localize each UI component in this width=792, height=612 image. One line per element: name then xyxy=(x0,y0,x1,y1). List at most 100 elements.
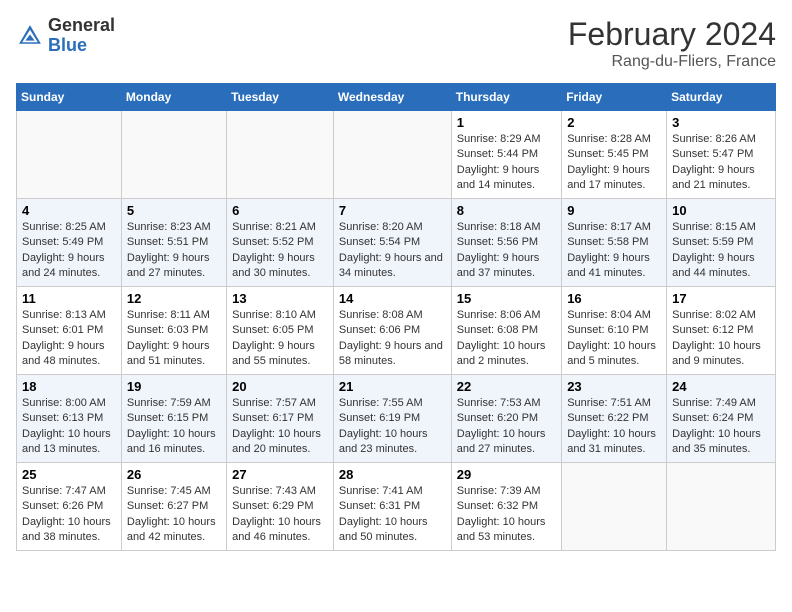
logo: General Blue xyxy=(16,16,115,56)
calendar-cell: 19 Sunrise: 7:59 AM Sunset: 6:15 PM Dayli… xyxy=(121,375,226,463)
calendar-cell: 2 Sunrise: 8:28 AM Sunset: 5:45 PM Daylig… xyxy=(562,111,667,199)
day-number: 15 xyxy=(457,291,556,306)
day-info: Sunrise: 8:20 AM Sunset: 5:54 PM Dayligh… xyxy=(339,220,446,282)
calendar-cell xyxy=(333,111,451,199)
day-info: Sunrise: 7:51 AM Sunset: 6:22 PM Dayligh… xyxy=(567,396,661,458)
day-info: Sunrise: 8:25 AM Sunset: 5:49 PM Dayligh… xyxy=(22,220,116,282)
calendar-cell xyxy=(121,111,226,199)
day-info: Sunrise: 7:41 AM Sunset: 6:31 PM Dayligh… xyxy=(339,484,446,546)
title-block: February 2024 Rang-du-Fliers, France xyxy=(568,16,776,71)
day-number: 7 xyxy=(339,203,446,218)
day-number: 18 xyxy=(22,379,116,394)
calendar-cell: 21Sunrise: 7:55 AM Sunset: 6:19 PM Dayli… xyxy=(333,375,451,463)
calendar-week-row: 25 Sunrise: 7:47 AM Sunset: 6:26 PM Dayli… xyxy=(17,463,776,551)
calendar-table: SundayMondayTuesdayWednesdayThursdayFrid… xyxy=(16,83,776,551)
day-number: 12 xyxy=(127,291,221,306)
day-info: Sunrise: 8:13 AM Sunset: 6:01 PM Dayligh… xyxy=(22,308,116,370)
day-info: Sunrise: 7:47 AM Sunset: 6:26 PM Dayligh… xyxy=(22,484,116,546)
page-header: General Blue February 2024 Rang-du-Flier… xyxy=(16,16,776,71)
calendar-cell: 26Sunrise: 7:45 AM Sunset: 6:27 PM Dayli… xyxy=(121,463,226,551)
calendar-cell: 28 Sunrise: 7:41 AM Sunset: 6:31 PM Dayli… xyxy=(333,463,451,551)
day-info: Sunrise: 8:10 AM Sunset: 6:05 PM Dayligh… xyxy=(232,308,328,370)
weekday-header: Sunday xyxy=(17,84,122,111)
calendar-cell: 11Sunrise: 8:13 AM Sunset: 6:01 PM Dayli… xyxy=(17,287,122,375)
calendar-week-row: 11Sunrise: 8:13 AM Sunset: 6:01 PM Dayli… xyxy=(17,287,776,375)
calendar-cell: 13 Sunrise: 8:10 AM Sunset: 6:05 PM Dayli… xyxy=(227,287,334,375)
calendar-cell: 9Sunrise: 8:17 AM Sunset: 5:58 PM Daylig… xyxy=(562,199,667,287)
calendar-cell: 6 Sunrise: 8:21 AM Sunset: 5:52 PM Daylig… xyxy=(227,199,334,287)
day-number: 3 xyxy=(672,115,770,130)
day-info: Sunrise: 7:39 AM Sunset: 6:32 PM Dayligh… xyxy=(457,484,556,546)
calendar-cell: 7 Sunrise: 8:20 AM Sunset: 5:54 PM Daylig… xyxy=(333,199,451,287)
calendar-cell: 12 Sunrise: 8:11 AM Sunset: 6:03 PM Dayli… xyxy=(121,287,226,375)
calendar-title: February 2024 xyxy=(568,16,776,53)
calendar-cell: 15Sunrise: 8:06 AM Sunset: 6:08 PM Dayli… xyxy=(451,287,561,375)
calendar-cell: 22Sunrise: 7:53 AM Sunset: 6:20 PM Dayli… xyxy=(451,375,561,463)
day-number: 20 xyxy=(232,379,328,394)
day-number: 29 xyxy=(457,467,556,482)
calendar-cell: 5 Sunrise: 8:23 AM Sunset: 5:51 PM Daylig… xyxy=(121,199,226,287)
calendar-cell: 18 Sunrise: 8:00 AM Sunset: 6:13 PM Dayli… xyxy=(17,375,122,463)
day-number: 19 xyxy=(127,379,221,394)
logo-general-text: General xyxy=(48,16,115,36)
calendar-cell: 29 Sunrise: 7:39 AM Sunset: 6:32 PM Dayli… xyxy=(451,463,561,551)
weekday-header: Tuesday xyxy=(227,84,334,111)
day-number: 5 xyxy=(127,203,221,218)
calendar-cell: 8 Sunrise: 8:18 AM Sunset: 5:56 PM Daylig… xyxy=(451,199,561,287)
day-number: 17 xyxy=(672,291,770,306)
calendar-cell: 16 Sunrise: 8:04 AM Sunset: 6:10 PM Dayli… xyxy=(562,287,667,375)
calendar-cell xyxy=(667,463,776,551)
calendar-cell: 23Sunrise: 7:51 AM Sunset: 6:22 PM Dayli… xyxy=(562,375,667,463)
day-number: 21 xyxy=(339,379,446,394)
day-info: Sunrise: 8:08 AM Sunset: 6:06 PM Dayligh… xyxy=(339,308,446,370)
calendar-cell: 17Sunrise: 8:02 AM Sunset: 6:12 PM Dayli… xyxy=(667,287,776,375)
calendar-cell xyxy=(227,111,334,199)
calendar-cell: 4Sunrise: 8:25 AM Sunset: 5:49 PM Daylig… xyxy=(17,199,122,287)
day-info: Sunrise: 8:26 AM Sunset: 5:47 PM Dayligh… xyxy=(672,132,770,194)
logo-text: General Blue xyxy=(48,16,115,56)
day-info: Sunrise: 7:59 AM Sunset: 6:15 PM Dayligh… xyxy=(127,396,221,458)
calendar-cell: 10 Sunrise: 8:15 AM Sunset: 5:59 PM Dayli… xyxy=(667,199,776,287)
weekday-header-row: SundayMondayTuesdayWednesdayThursdayFrid… xyxy=(17,84,776,111)
day-number: 2 xyxy=(567,115,661,130)
day-info: Sunrise: 8:00 AM Sunset: 6:13 PM Dayligh… xyxy=(22,396,116,458)
day-number: 16 xyxy=(567,291,661,306)
weekday-header: Friday xyxy=(562,84,667,111)
calendar-cell: 14 Sunrise: 8:08 AM Sunset: 6:06 PM Dayli… xyxy=(333,287,451,375)
calendar-body: 1Sunrise: 8:29 AM Sunset: 5:44 PM Daylig… xyxy=(17,111,776,551)
calendar-cell: 27Sunrise: 7:43 AM Sunset: 6:29 PM Dayli… xyxy=(227,463,334,551)
day-number: 25 xyxy=(22,467,116,482)
weekday-header: Saturday xyxy=(667,84,776,111)
day-number: 13 xyxy=(232,291,328,306)
day-number: 6 xyxy=(232,203,328,218)
day-number: 27 xyxy=(232,467,328,482)
calendar-cell: 24Sunrise: 7:49 AM Sunset: 6:24 PM Dayli… xyxy=(667,375,776,463)
calendar-cell: 1Sunrise: 8:29 AM Sunset: 5:44 PM Daylig… xyxy=(451,111,561,199)
day-info: Sunrise: 8:15 AM Sunset: 5:59 PM Dayligh… xyxy=(672,220,770,282)
day-info: Sunrise: 7:49 AM Sunset: 6:24 PM Dayligh… xyxy=(672,396,770,458)
day-info: Sunrise: 7:53 AM Sunset: 6:20 PM Dayligh… xyxy=(457,396,556,458)
calendar-subtitle: Rang-du-Fliers, France xyxy=(568,53,776,71)
day-info: Sunrise: 8:04 AM Sunset: 6:10 PM Dayligh… xyxy=(567,308,661,370)
day-info: Sunrise: 8:21 AM Sunset: 5:52 PM Dayligh… xyxy=(232,220,328,282)
calendar-header: SundayMondayTuesdayWednesdayThursdayFrid… xyxy=(17,84,776,111)
calendar-cell xyxy=(562,463,667,551)
day-info: Sunrise: 8:29 AM Sunset: 5:44 PM Dayligh… xyxy=(457,132,556,194)
day-number: 26 xyxy=(127,467,221,482)
day-number: 28 xyxy=(339,467,446,482)
calendar-week-row: 18 Sunrise: 8:00 AM Sunset: 6:13 PM Dayli… xyxy=(17,375,776,463)
day-number: 14 xyxy=(339,291,446,306)
logo-blue-text: Blue xyxy=(48,36,115,56)
day-number: 10 xyxy=(672,203,770,218)
calendar-week-row: 4Sunrise: 8:25 AM Sunset: 5:49 PM Daylig… xyxy=(17,199,776,287)
calendar-cell: 20Sunrise: 7:57 AM Sunset: 6:17 PM Dayli… xyxy=(227,375,334,463)
calendar-cell xyxy=(17,111,122,199)
day-info: Sunrise: 8:18 AM Sunset: 5:56 PM Dayligh… xyxy=(457,220,556,282)
day-number: 8 xyxy=(457,203,556,218)
day-info: Sunrise: 8:23 AM Sunset: 5:51 PM Dayligh… xyxy=(127,220,221,282)
weekday-header: Thursday xyxy=(451,84,561,111)
day-info: Sunrise: 8:11 AM Sunset: 6:03 PM Dayligh… xyxy=(127,308,221,370)
day-info: Sunrise: 8:28 AM Sunset: 5:45 PM Dayligh… xyxy=(567,132,661,194)
calendar-week-row: 1Sunrise: 8:29 AM Sunset: 5:44 PM Daylig… xyxy=(17,111,776,199)
day-number: 9 xyxy=(567,203,661,218)
